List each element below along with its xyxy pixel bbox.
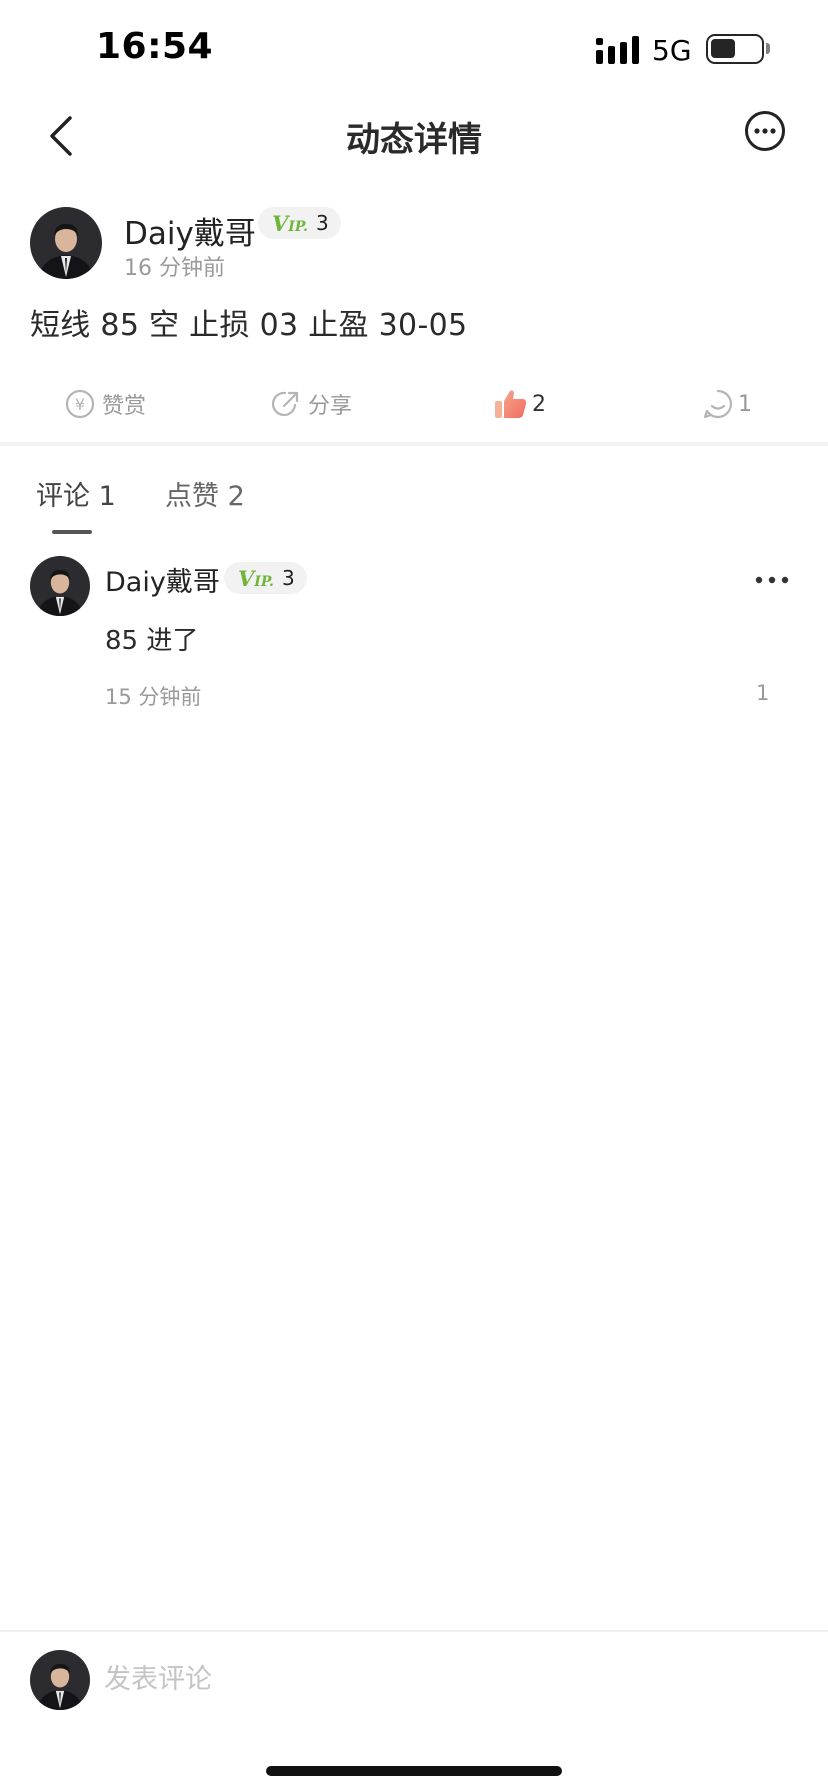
page-title: 动态详情 — [346, 120, 482, 160]
thumbs-up-icon — [495, 390, 527, 418]
share-label: 分享 — [308, 394, 353, 419]
current-user-avatar — [30, 1650, 90, 1710]
reward-button[interactable]: ¥ 赞赏 — [64, 384, 146, 424]
section-divider — [0, 442, 828, 446]
like-button[interactable]: 2 — [494, 384, 546, 424]
tab-comments[interactable]: 评论 1 — [36, 474, 116, 513]
share-icon — [271, 391, 299, 417]
post-author-name[interactable]: Daiy戴哥 — [124, 208, 256, 253]
comment-timestamp: 15 分钟前 — [105, 685, 202, 709]
avatar-image — [30, 207, 102, 279]
comment-text: 85 进了 — [105, 626, 199, 656]
vip-level: 3 — [315, 211, 329, 235]
status-bar: 16:54 5G — [0, 0, 828, 96]
battery-icon — [706, 34, 764, 64]
signal-icon — [596, 36, 639, 64]
more-dots-icon — [755, 576, 789, 584]
post-author-avatar[interactable] — [30, 207, 102, 279]
like-count: 2 — [532, 391, 546, 417]
comment-smile-icon — [703, 389, 733, 419]
comment-like-count[interactable]: 1 — [756, 681, 769, 705]
status-time: 16:54 — [96, 26, 214, 67]
vip-badge: VIP. 3 — [258, 207, 341, 239]
vip-badge: VIP. 3 — [224, 562, 307, 594]
reward-label: 赞赏 — [102, 394, 147, 419]
post-timestamp: 16 分钟前 — [124, 256, 225, 281]
tab-likes[interactable]: 点赞 2 — [165, 474, 245, 513]
more-options-button[interactable] — [744, 110, 786, 152]
home-indicator[interactable] — [266, 1766, 562, 1776]
comment-input[interactable] — [104, 1656, 784, 1702]
nav-bar: 动态详情 — [0, 96, 828, 174]
bottom-divider — [0, 1630, 828, 1632]
share-button[interactable]: 分享 — [270, 384, 352, 424]
battery-fill — [711, 39, 735, 58]
avatar-image — [30, 556, 90, 616]
vip-mark: VIP. — [238, 565, 274, 591]
comment-author-avatar[interactable] — [30, 556, 90, 616]
vip-mark: VIP. — [272, 210, 308, 236]
comment-more-button[interactable] — [754, 570, 790, 590]
yuan-coin-icon: ¥ — [65, 389, 95, 419]
active-tab-indicator — [52, 530, 92, 534]
comment-author-name[interactable]: Daiy戴哥 — [105, 560, 220, 599]
comment-count: 1 — [738, 391, 752, 417]
post-content: 短线 85 空 止损 03 止盈 30-05 — [30, 308, 468, 343]
comment-button[interactable]: 1 — [702, 384, 752, 424]
more-circle-icon — [745, 111, 785, 151]
battery-tip — [766, 43, 770, 54]
svg-text:¥: ¥ — [75, 395, 85, 414]
network-type: 5G — [652, 34, 692, 67]
avatar-image — [30, 1650, 90, 1710]
vip-level: 3 — [281, 566, 295, 590]
